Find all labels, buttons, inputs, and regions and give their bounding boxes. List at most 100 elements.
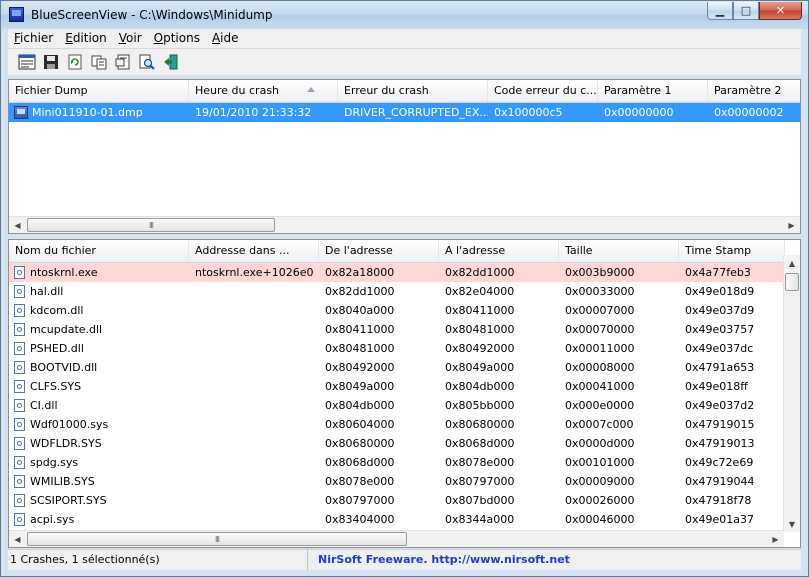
column-header-address-in-stack[interactable]: Addresse dans ... — [189, 240, 319, 262]
status-bar: 1 Crashes, 1 sélectionné(s) NirSoft Free… — [8, 549, 801, 570]
column-header-time-stamp[interactable]: Time Stamp — [679, 240, 785, 262]
size-cell: 0x00033000 — [565, 285, 635, 298]
module-list-header: Nom du fichier Addresse dans ... De l'ad… — [9, 240, 785, 263]
exit-button[interactable] — [160, 51, 182, 73]
table-row[interactable]: hal.dll 0x82dd1000 0x82e04000 0x00033000 0x4… — [9, 282, 785, 301]
driver-file-icon — [14, 475, 25, 488]
close-button[interactable]: ✕ — [759, 2, 802, 20]
scroll-left-arrow-icon[interactable]: ◀ — [9, 531, 26, 547]
title-bar[interactable]: BlueScreenView - C:\Windows\Minidump ▁ □… — [1, 1, 808, 29]
driver-file-icon — [14, 380, 25, 393]
menu-aide[interactable]: Aide — [206, 29, 245, 48]
scroll-right-arrow-icon[interactable]: ▶ — [783, 217, 800, 233]
crash-dump-list[interactable]: Fichier Dump Heure du crash Erreur du cr… — [8, 79, 801, 234]
column-header-crash-error[interactable]: Erreur du crash — [338, 80, 488, 102]
module-list-vscrollbar[interactable]: ▲ ▼ — [783, 255, 800, 532]
from-address-cell: 0x80492000 — [325, 361, 395, 374]
param-1-cell: 0x00000000 — [604, 106, 674, 119]
to-address-cell: 0x80481000 — [445, 323, 515, 336]
minimize-icon: ▁ — [715, 4, 725, 17]
table-row[interactable]: ntoskrnl.exe ntoskrnl.exe+1026e0 0x82a1800… — [9, 263, 785, 282]
nirsoft-link[interactable]: NirSoft Freeware. http://www.nirsoft.net — [308, 550, 570, 570]
to-address-cell: 0x80411000 — [445, 304, 515, 317]
time-stamp-cell: 0x47918f78 — [685, 494, 752, 507]
scroll-thumb[interactable]: III — [27, 532, 407, 546]
column-header-from-address[interactable]: De l'adresse — [319, 240, 439, 262]
column-header-crash-time[interactable]: Heure du crash — [189, 80, 338, 102]
column-header-param-2[interactable]: Paramètre 2 — [708, 80, 800, 102]
size-cell: 0x00009000 — [565, 475, 635, 488]
table-row[interactable]: kdcom.dll 0x8040a000 0x80411000 0x00007000 0… — [9, 301, 785, 320]
table-row[interactable]: BOOTVID.dll 0x80492000 0x8049a000 0x0000800… — [9, 358, 785, 377]
column-header-dump-file[interactable]: Fichier Dump — [9, 80, 189, 102]
table-row[interactable]: WMILIB.SYS 0x8078e000 0x80797000 0x00009000… — [9, 472, 785, 491]
scroll-up-arrow-icon[interactable]: ▲ — [784, 255, 800, 271]
sort-ascending-icon — [307, 87, 315, 92]
column-header-file-name[interactable]: Nom du fichier — [9, 240, 189, 262]
address-in-stack-cell — [189, 396, 319, 415]
column-header-size[interactable]: Taille — [559, 240, 679, 262]
properties-icon — [18, 54, 36, 70]
time-stamp-cell: 0x49e01a37 — [685, 513, 755, 526]
minimize-button[interactable]: ▁ — [707, 2, 733, 20]
column-header-error-code[interactable]: Code erreur du c... — [488, 80, 598, 102]
menu-options[interactable]: Options — [148, 29, 206, 48]
from-address-cell: 0x80680000 — [325, 437, 395, 450]
size-cell: 0x00070000 — [565, 323, 635, 336]
to-address-cell: 0x8344a000 — [445, 513, 515, 526]
driver-file-icon — [14, 266, 25, 279]
scroll-thumb[interactable] — [785, 273, 799, 291]
address-in-stack-cell — [189, 415, 319, 434]
column-header-to-address[interactable]: A l'adresse — [439, 240, 559, 262]
time-stamp-cell: 0x4791a653 — [685, 361, 755, 374]
refresh-button[interactable] — [64, 51, 86, 73]
module-list[interactable]: Nom du fichier Addresse dans ... De l'ad… — [8, 239, 801, 548]
table-row[interactable]: CLFS.SYS 0x8049a000 0x804db000 0x00041000 0x… — [9, 377, 785, 396]
file-name-cell: BOOTVID.dll — [9, 358, 189, 377]
from-address-cell: 0x82a18000 — [325, 266, 395, 279]
driver-file-icon — [14, 437, 25, 450]
time-stamp-cell: 0x47919013 — [685, 437, 755, 450]
table-row[interactable]: spdg.sys 0x8068d000 0x8078e000 0x00101000 0x… — [9, 453, 785, 472]
time-stamp-cell: 0x49e037d9 — [685, 304, 755, 317]
table-row[interactable]: Wdf01000.sys 0x80604000 0x80680000 0x0007c0… — [9, 415, 785, 434]
driver-file-icon — [14, 342, 25, 355]
maximize-icon: □ — [740, 4, 752, 17]
menu-edition[interactable]: Edition — [59, 29, 113, 48]
table-row[interactable]: Mini011910-01.dmp 19/01/2010 21:33:32 DR… — [9, 103, 800, 122]
from-address-cell: 0x80481000 — [325, 342, 395, 355]
scroll-down-arrow-icon[interactable]: ▼ — [784, 516, 800, 532]
driver-file-icon — [14, 361, 25, 374]
address-in-stack-cell: ntoskrnl.exe+1026e0 — [195, 266, 314, 279]
driver-file-icon — [14, 418, 25, 431]
table-row[interactable]: CI.dll 0x804db000 0x805bb000 0x000e0000 0x49… — [9, 396, 785, 415]
scroll-left-arrow-icon[interactable]: ◀ — [9, 217, 26, 233]
time-stamp-cell: 0x49e03757 — [685, 323, 755, 336]
properties-button[interactable] — [16, 51, 38, 73]
table-row[interactable]: SCSIPORT.SYS 0x80797000 0x807bd000 0x000260… — [9, 491, 785, 510]
to-address-cell: 0x8078e000 — [445, 456, 515, 469]
time-stamp-cell: 0x49e018d9 — [685, 285, 755, 298]
copy-button[interactable] — [88, 51, 110, 73]
maximize-button[interactable]: □ — [733, 2, 759, 20]
menu-fichier[interactable]: Fichier — [8, 29, 59, 48]
table-row[interactable]: PSHED.dll 0x80481000 0x80492000 0x00011000 0… — [9, 339, 785, 358]
table-row[interactable]: WDFLDR.SYS 0x80680000 0x8068d000 0x0000d000… — [9, 434, 785, 453]
crash-list-hscrollbar[interactable]: ◀ III ▶ — [9, 216, 800, 233]
find-button[interactable] — [136, 51, 158, 73]
scroll-thumb[interactable]: III — [27, 218, 275, 232]
size-cell: 0x003b9000 — [565, 266, 635, 279]
html-report-button[interactable] — [112, 51, 134, 73]
table-row[interactable]: acpi.sys 0x83404000 0x8344a000 0x00046000 0x… — [9, 510, 785, 529]
save-button[interactable] — [40, 51, 62, 73]
time-stamp-cell: 0x49e037d2 — [685, 399, 755, 412]
column-header-param-1[interactable]: Paramètre 1 — [598, 80, 708, 102]
param-2-cell: 0x00000002 — [714, 106, 784, 119]
scroll-right-arrow-icon[interactable]: ▶ — [767, 531, 784, 547]
table-row[interactable]: mcupdate.dll 0x80411000 0x80481000 0x000700… — [9, 320, 785, 339]
module-list-hscrollbar[interactable]: ◀ III ▶ — [9, 530, 784, 547]
size-cell: 0x00008000 — [565, 361, 635, 374]
menu-voir[interactable]: Voir — [113, 29, 148, 48]
module-rows: ntoskrnl.exe ntoskrnl.exe+1026e0 0x82a1800… — [9, 263, 785, 529]
file-name-cell: WMILIB.SYS — [9, 472, 189, 491]
